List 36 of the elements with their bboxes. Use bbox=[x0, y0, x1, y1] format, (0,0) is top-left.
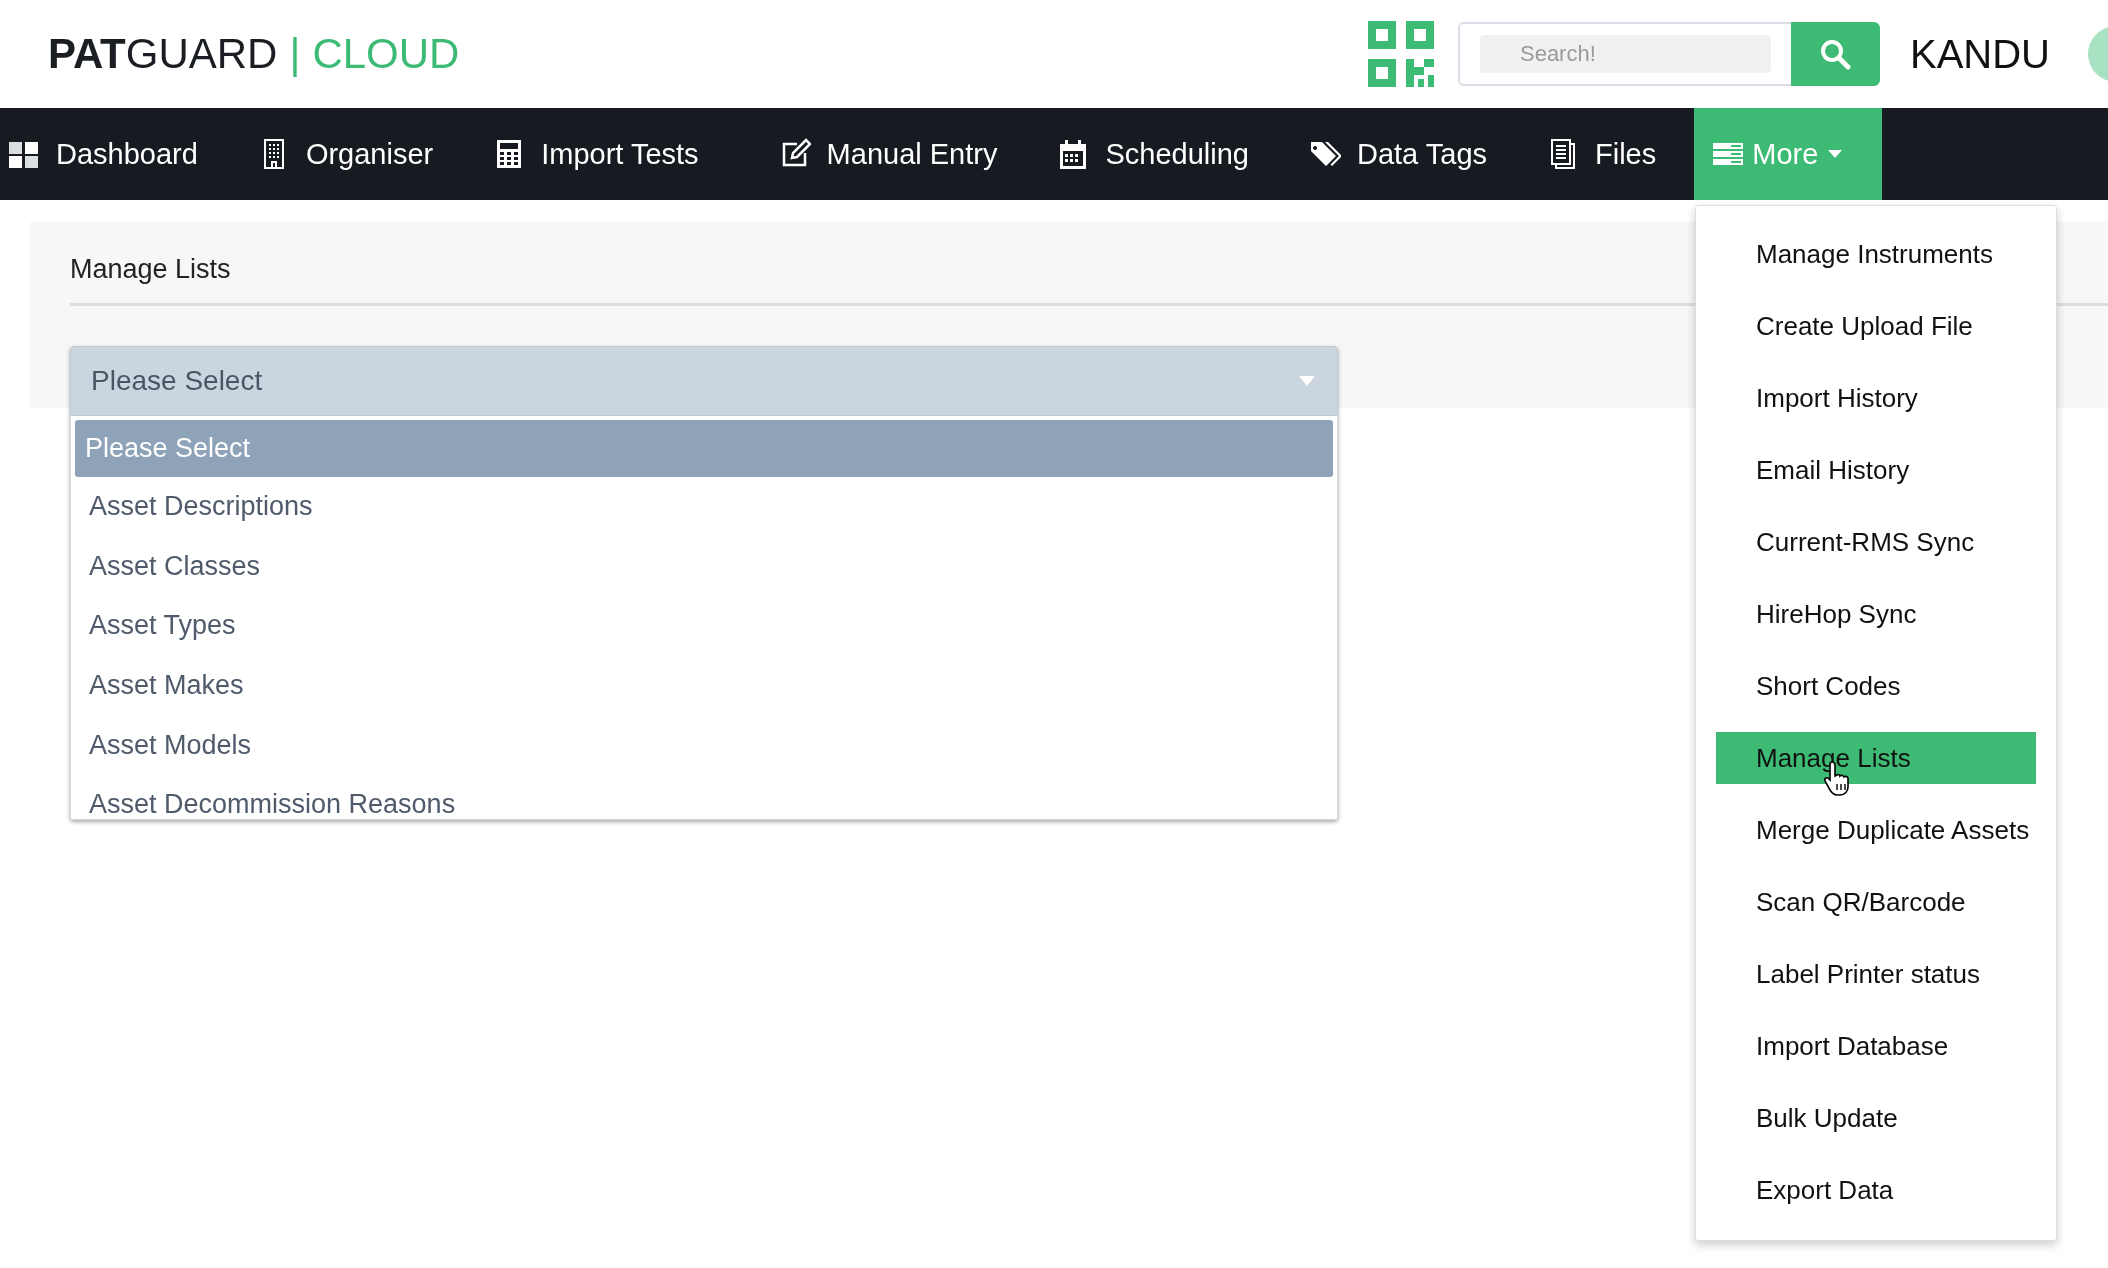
dropdown-option[interactable]: Asset Decommission Reasons bbox=[75, 774, 1333, 819]
menu-item[interactable]: Short Codes bbox=[1696, 650, 2036, 722]
menu-item[interactable]: Label Printer status bbox=[1696, 938, 2036, 1010]
dropdown-option[interactable]: Asset Makes bbox=[75, 655, 1333, 716]
nav-item[interactable]: Manual Entry bbox=[728, 108, 1028, 200]
menu-item[interactable]: Merge Duplicate Assets bbox=[1696, 794, 2036, 866]
nav-item[interactable]: Data Tags bbox=[1278, 108, 1517, 200]
menu-item[interactable]: Bulk Update bbox=[1696, 1082, 2036, 1154]
nav-item[interactable]: Import Tests bbox=[463, 108, 729, 200]
menu-item[interactable]: HireHop Sync bbox=[1696, 578, 2036, 650]
nav-item[interactable]: Scheduling bbox=[1027, 108, 1279, 200]
menu-item[interactable]: Current-RMS Sync bbox=[1696, 506, 2036, 578]
logo[interactable]: PATGUARD | CLOUD bbox=[48, 30, 460, 78]
caret-icon bbox=[1299, 376, 1315, 386]
page-title: Manage Lists bbox=[70, 254, 231, 285]
menu-item[interactable]: Scan QR/Barcode bbox=[1696, 866, 2036, 938]
menu-item[interactable]: Email History bbox=[1696, 434, 2036, 506]
menu-item[interactable]: Import Database bbox=[1696, 1010, 2036, 1082]
dropdown-option[interactable]: Asset Classes bbox=[75, 536, 1333, 597]
nav-item[interactable]: Files bbox=[1517, 108, 1687, 200]
dropdown-option[interactable]: Asset Models bbox=[75, 715, 1333, 775]
list-select[interactable]: Please Select bbox=[70, 346, 1338, 416]
user-name[interactable]: KANDU bbox=[1909, 31, 2050, 77]
qr-code-icon[interactable] bbox=[1367, 21, 1434, 87]
nav-item[interactable]: Organiser bbox=[227, 108, 464, 200]
dropdown-option[interactable]: Asset Descriptions bbox=[75, 477, 1333, 537]
menu-item[interactable]: Export Data bbox=[1696, 1154, 2036, 1226]
menu-item[interactable]: Manage Lists bbox=[1716, 732, 2036, 784]
search-icon bbox=[1818, 37, 1853, 71]
menu-item[interactable]: Import History bbox=[1696, 362, 2036, 434]
menu-item[interactable]: Manage Instruments bbox=[1696, 218, 2036, 290]
search-button[interactable] bbox=[1790, 22, 1880, 86]
dropdown-option[interactable]: Asset Types bbox=[75, 596, 1333, 656]
search-field[interactable]: Search! bbox=[1457, 22, 1791, 86]
menu-item[interactable]: Create Upload File bbox=[1696, 290, 2036, 362]
nav-item[interactable]: Dashboard bbox=[0, 108, 228, 200]
